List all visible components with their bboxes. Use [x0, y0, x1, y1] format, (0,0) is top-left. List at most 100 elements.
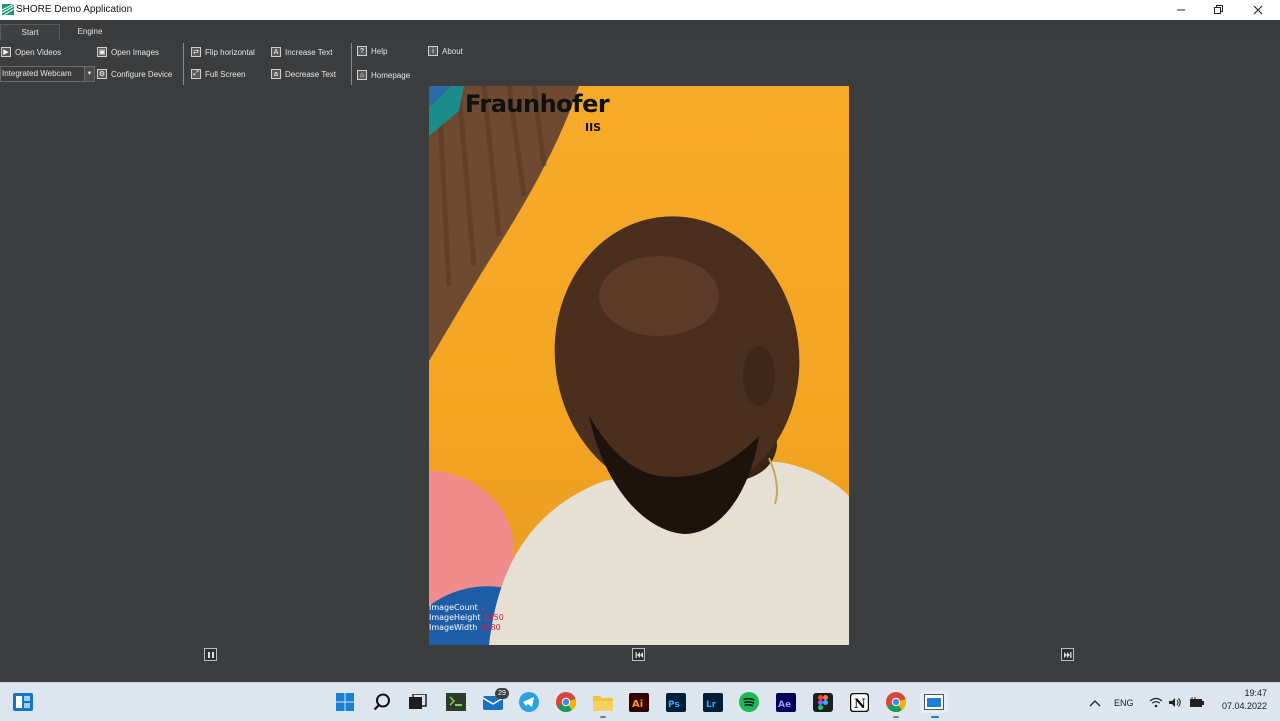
taskbar-photoshop[interactable]: Ps: [665, 691, 687, 713]
mail-badge: 29: [495, 688, 509, 699]
help-button[interactable]: ? Help: [357, 43, 387, 59]
svg-text:Ai: Ai: [632, 699, 643, 710]
taskbar: 29 Ai Ps Lr Ae N ENG 19:47 07.04.2022: [0, 682, 1280, 721]
configure-device-button[interactable]: ⚙ Configure Device: [97, 66, 172, 82]
open-images-label: Open Images: [111, 47, 160, 57]
taskbar-chrome-2[interactable]: [885, 691, 907, 718]
system-clock[interactable]: 19:47 07.04.2022: [1213, 687, 1267, 713]
homepage-label: Homepage: [371, 70, 411, 80]
clock-time: 19:47: [1244, 688, 1267, 698]
camera-select[interactable]: Integrated Webcam ▼: [0, 66, 95, 82]
skip-forward-icon: [1063, 651, 1071, 658]
decrease-text-label: Decrease Text: [285, 69, 336, 79]
title-bar: SHORE Demo Application: [0, 0, 1280, 20]
flip-icon: ⇄: [191, 47, 201, 57]
minimize-button[interactable]: [1163, 0, 1199, 20]
taskbar-mail[interactable]: 29: [482, 688, 509, 713]
lightroom-icon: Lr: [703, 692, 723, 712]
taskbar-spotify[interactable]: [738, 691, 760, 713]
flip-horizontal-label: Flip horizontal: [205, 47, 255, 57]
app-window-icon: [924, 694, 944, 710]
taskbar-notion[interactable]: N: [848, 691, 870, 713]
taskbar-after-effects[interactable]: Ae: [775, 691, 797, 713]
active-indicator: [931, 716, 939, 718]
taskbar-figma[interactable]: [812, 691, 834, 713]
video-icon: ▶: [1, 47, 11, 57]
telegram-icon: [519, 692, 539, 712]
camera-select-value: Integrated Webcam: [2, 69, 72, 78]
tab-engine[interactable]: Engine: [62, 24, 118, 40]
stat-image-count: ImageCount 1: [429, 603, 486, 613]
decrease-text-button[interactable]: a Decrease Text: [271, 66, 336, 82]
battery-plug-icon: [1190, 697, 1204, 707]
running-indicator: [893, 716, 899, 718]
ribbon-divider: [351, 43, 352, 85]
full-screen-button[interactable]: ⤢ Full Screen: [191, 66, 245, 82]
restore-button[interactable]: [1200, 0, 1236, 20]
pause-icon: [207, 651, 214, 658]
taskbar-terminal[interactable]: [445, 691, 467, 713]
svg-text:Ae: Ae: [778, 700, 791, 710]
search-icon: [373, 693, 390, 711]
portrait-photo: [429, 86, 849, 645]
minimize-icon: [1177, 9, 1185, 11]
taskbar-start[interactable]: [334, 691, 356, 713]
open-videos-button[interactable]: ▶ Open Videos: [1, 44, 61, 60]
svg-text:Ps: Ps: [668, 700, 680, 710]
battery-status[interactable]: [1188, 683, 1204, 721]
taskbar-chrome[interactable]: [555, 691, 577, 713]
flip-horizontal-button[interactable]: ⇄ Flip horizontal: [191, 44, 255, 60]
taskbar-file-explorer[interactable]: [592, 691, 614, 718]
skip-back-button[interactable]: [632, 648, 645, 661]
skip-forward-button[interactable]: [1061, 648, 1074, 661]
homepage-button[interactable]: ⌂ Homepage: [357, 67, 410, 83]
wifi-icon: [1149, 697, 1163, 708]
stat-image-width: ImageWidth 1080: [429, 623, 501, 633]
terminal-icon: [446, 693, 466, 711]
taskbar-illustrator[interactable]: Ai: [628, 691, 650, 713]
pause-button[interactable]: [204, 648, 217, 661]
notion-icon: N: [849, 692, 869, 712]
language-indicator[interactable]: ENG: [1114, 683, 1134, 721]
svg-text:Lr: Lr: [706, 700, 717, 710]
taskbar-shore-demo[interactable]: [920, 691, 948, 718]
taskbar-lightroom[interactable]: Lr: [702, 691, 724, 713]
close-button[interactable]: [1240, 0, 1276, 20]
taskbar-task-view[interactable]: [407, 691, 429, 713]
text-decrease-icon: a: [271, 69, 281, 79]
tray-overflow[interactable]: [1089, 683, 1101, 721]
increase-text-button[interactable]: A Increase Text: [271, 44, 332, 60]
image-viewport[interactable]: Fraunhofer IIS ImageCount 1 ImageHeight 13…: [429, 86, 849, 645]
stat-label: ImageCount: [429, 603, 478, 612]
illustrator-icon: Ai: [629, 692, 649, 712]
ribbon-toolbar: ▶ Open Videos Integrated Webcam ▼ ▣ Open…: [0, 40, 1280, 86]
stat-value: 1350: [483, 613, 504, 622]
widgets-icon: [13, 693, 33, 711]
stat-value: 1080: [480, 623, 501, 632]
tab-start[interactable]: Start: [0, 24, 60, 40]
text-increase-icon: A: [271, 47, 281, 57]
chrome-icon: [886, 692, 906, 712]
stat-value: 1: [480, 603, 486, 612]
running-indicator: [600, 716, 606, 718]
taskbar-telegram[interactable]: [518, 691, 540, 713]
configure-device-label: Configure Device: [111, 69, 173, 79]
open-images-button[interactable]: ▣ Open Images: [97, 44, 159, 60]
about-button[interactable]: i About: [428, 43, 463, 59]
stat-label: ImageWidth: [429, 623, 478, 632]
restore-icon: [1214, 5, 1223, 14]
volume-icon: [1169, 698, 1181, 707]
fullscreen-icon: ⤢: [191, 69, 201, 79]
fraunhofer-logo: Fraunhofer: [465, 90, 610, 118]
spotify-icon: [739, 692, 759, 712]
folder-icon: [593, 695, 613, 711]
photoshop-icon: Ps: [666, 692, 686, 712]
windows-start-icon: [336, 693, 354, 711]
taskbar-search[interactable]: [371, 691, 393, 713]
volume-status[interactable]: [1168, 683, 1182, 721]
close-icon: [1253, 5, 1263, 15]
wifi-status[interactable]: [1149, 683, 1163, 721]
fraunhofer-logo-subtext: IIS: [585, 121, 602, 134]
taskbar-widgets[interactable]: [12, 691, 34, 713]
about-label: About: [442, 46, 463, 56]
